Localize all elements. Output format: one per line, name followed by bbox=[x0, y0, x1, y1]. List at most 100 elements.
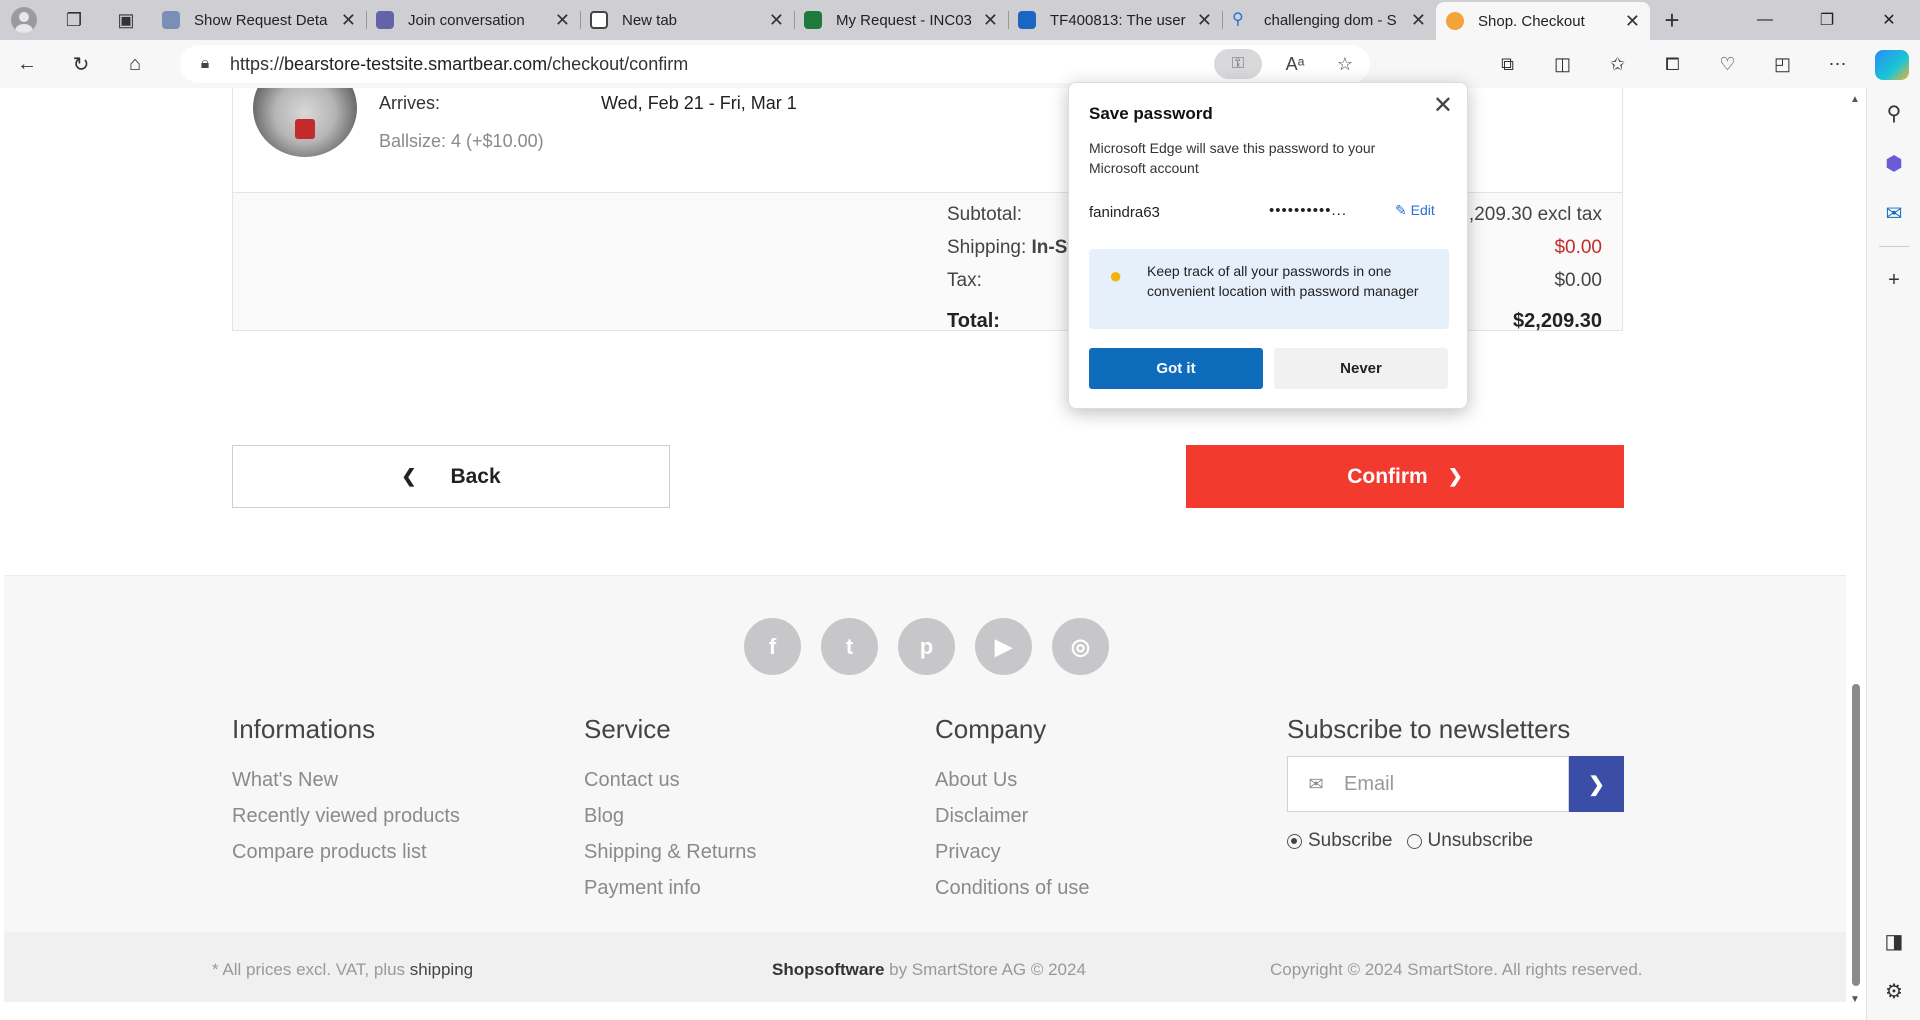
footer-link-about[interactable]: About Us bbox=[935, 769, 1090, 793]
subscribe-radio[interactable]: Subscribe bbox=[1287, 830, 1393, 852]
copyright: Copyright © 2024 SmartStore. All rights … bbox=[1270, 960, 1643, 979]
social-links: f t p ▶ ◎ bbox=[744, 618, 1129, 675]
footer-heading: Company bbox=[935, 714, 1047, 744]
tab-close-icon[interactable]: ✕ bbox=[983, 10, 998, 31]
youtube-icon[interactable]: ▶ bbox=[975, 618, 1032, 675]
tab-close-icon[interactable]: ✕ bbox=[1625, 11, 1640, 32]
home-icon[interactable]: ⌂ bbox=[108, 44, 162, 84]
url-text[interactable]: https://bearstore-testsite.smartbear.com… bbox=[230, 54, 1214, 75]
extensions-icon[interactable]: ⧉ bbox=[1480, 54, 1535, 75]
instagram-icon[interactable]: ◎ bbox=[1052, 618, 1109, 675]
close-icon[interactable]: ✕ bbox=[1433, 91, 1453, 120]
hide-sidebar-icon[interactable]: ◨ bbox=[1867, 916, 1920, 966]
footer-link-recently-viewed[interactable]: Recently viewed products bbox=[232, 805, 460, 829]
newsletter-submit-button[interactable]: ❯ bbox=[1569, 756, 1624, 812]
footer-link-whats-new[interactable]: What's New bbox=[232, 769, 460, 793]
favorites-icon[interactable]: ✩ bbox=[1590, 54, 1645, 75]
close-window-icon[interactable]: ✕ bbox=[1858, 0, 1920, 40]
profile-button[interactable] bbox=[0, 0, 48, 40]
lightbulb-icon: ● bbox=[1109, 263, 1123, 288]
footer-heading: Informations bbox=[232, 714, 376, 744]
tab-favicon-icon bbox=[162, 11, 180, 29]
workspaces-icon[interactable]: ❐ bbox=[48, 0, 100, 40]
browser-essentials-icon[interactable]: ♡ bbox=[1700, 54, 1755, 75]
footer-informations: Informations What's New Recently viewed … bbox=[232, 714, 460, 877]
vat-note: * All prices excl. VAT, plus shipping bbox=[212, 960, 474, 979]
tab-favicon-icon bbox=[1446, 12, 1464, 30]
product-image[interactable] bbox=[253, 88, 357, 157]
shipping-link[interactable]: shipping bbox=[410, 960, 473, 979]
tab-new-tab[interactable]: New tab ✕ bbox=[580, 0, 794, 40]
newsletter-email-input[interactable]: ✉ Email bbox=[1287, 756, 1569, 812]
tab-close-icon[interactable]: ✕ bbox=[769, 10, 784, 31]
tab-show-request[interactable]: Show Request Deta ✕ bbox=[152, 0, 366, 40]
scroll-down-icon[interactable]: ▼ bbox=[1850, 994, 1860, 1005]
copilot-icon[interactable] bbox=[1875, 50, 1909, 80]
footer-link-blog[interactable]: Blog bbox=[584, 805, 756, 829]
minimize-icon[interactable]: — bbox=[1734, 0, 1796, 40]
tab-close-icon[interactable]: ✕ bbox=[555, 10, 570, 31]
footer-link-shipping[interactable]: Shipping & Returns bbox=[584, 841, 756, 865]
footer-link-disclaimer[interactable]: Disclaimer bbox=[935, 805, 1090, 829]
tab-favicon-icon bbox=[804, 11, 822, 29]
tab-tf400813[interactable]: TF400813: The user ✕ bbox=[1008, 0, 1222, 40]
newsletter-options: Subscribe Unsubscribe bbox=[1287, 830, 1547, 852]
footer-link-compare[interactable]: Compare products list bbox=[232, 841, 460, 865]
unsubscribe-radio[interactable]: Unsubscribe bbox=[1406, 830, 1533, 852]
scrollbar-thumb[interactable] bbox=[1852, 684, 1860, 986]
read-aloud-icon[interactable]: A͏ᵃ bbox=[1270, 54, 1320, 75]
envelope-icon: ✉ bbox=[1308, 773, 1324, 794]
tab-my-request[interactable]: My Request - INC03 ✕ bbox=[794, 0, 1008, 40]
tab-close-icon[interactable]: ✕ bbox=[1411, 10, 1426, 31]
pinterest-icon[interactable]: p bbox=[898, 618, 955, 675]
product-attribute: Ballsize: 4 (+$10.00) bbox=[379, 131, 544, 151]
password-key-icon[interactable]: ⚿ bbox=[1214, 49, 1262, 79]
back-button[interactable]: ❮ Back bbox=[232, 445, 670, 508]
tab-close-icon[interactable]: ✕ bbox=[1197, 10, 1212, 31]
tab-join-conversation[interactable]: Join conversation ✕ bbox=[366, 0, 580, 40]
edit-credentials-button[interactable]: ✎ Edit bbox=[1395, 202, 1435, 219]
outlook-icon[interactable]: ✉ bbox=[1867, 188, 1920, 238]
back-icon[interactable]: ← bbox=[0, 44, 54, 84]
checkout-page: Arrives: Wed, Feb 21 - Fri, Mar 1 Ballsi… bbox=[4, 88, 1846, 1020]
footer-link-contact[interactable]: Contact us bbox=[584, 769, 756, 793]
new-tab-button[interactable]: + bbox=[1650, 0, 1694, 40]
add-sidebar-app-icon[interactable]: + bbox=[1867, 255, 1920, 305]
tab-shop-checkout[interactable]: Shop. Checkout ✕ bbox=[1436, 2, 1650, 40]
tab-actions-icon[interactable]: ▣ bbox=[100, 0, 152, 40]
tab-favicon-icon bbox=[590, 11, 608, 29]
lock-icon[interactable]: 🔒︎ bbox=[180, 55, 230, 73]
twitter-icon[interactable]: t bbox=[821, 618, 878, 675]
collections-icon[interactable]: ⧠ bbox=[1645, 54, 1700, 75]
confirm-button[interactable]: Confirm ❯ bbox=[1186, 445, 1624, 508]
footer-link-privacy[interactable]: Privacy bbox=[935, 841, 1090, 865]
settings-gear-icon[interactable]: ⚙ bbox=[1867, 966, 1920, 1016]
edge-sidebar: ⚲ ⬢ ✉ + ◨ ⚙ bbox=[1866, 88, 1920, 1020]
more-menu-icon[interactable]: ⋯ bbox=[1810, 54, 1865, 75]
favorite-star-icon[interactable]: ☆ bbox=[1320, 54, 1370, 75]
tab-challenging-dom[interactable]: ⚲ challenging dom - S ✕ bbox=[1222, 0, 1436, 40]
tab-close-icon[interactable]: ✕ bbox=[341, 10, 356, 31]
popup-description: Microsoft Edge will save this password t… bbox=[1089, 140, 1376, 176]
search-icon[interactable]: ⚲ bbox=[1867, 88, 1920, 138]
tab-favicon-icon bbox=[376, 11, 394, 29]
edge-bar-icon[interactable]: ◰ bbox=[1755, 54, 1810, 75]
split-screen-icon[interactable]: ◫ bbox=[1535, 54, 1590, 75]
copilot-hex-icon[interactable]: ⬢ bbox=[1867, 138, 1920, 188]
restore-icon[interactable]: ❐ bbox=[1796, 0, 1858, 40]
facebook-icon[interactable]: f bbox=[744, 618, 801, 675]
toolbar-right-icons: ⧉ ◫ ✩ ⧠ ♡ ◰ ⋯ bbox=[1480, 40, 1865, 88]
got-it-button[interactable]: Got it bbox=[1089, 348, 1263, 389]
saved-password-mask: ••••••••••... bbox=[1269, 202, 1348, 219]
never-button[interactable]: Never bbox=[1274, 348, 1448, 389]
footer-link-conditions[interactable]: Conditions of use bbox=[935, 877, 1090, 901]
refresh-icon[interactable]: ↻ bbox=[54, 44, 108, 84]
pencil-icon: ✎ bbox=[1395, 202, 1407, 218]
shopsoftware-link[interactable]: Shopsoftware bbox=[772, 960, 884, 979]
address-bar[interactable]: 🔒︎ https://bearstore-testsite.smartbear.… bbox=[180, 45, 1370, 83]
page-scrollbar[interactable]: ▲ ▼ bbox=[1846, 88, 1866, 1020]
scroll-up-icon[interactable]: ▲ bbox=[1850, 94, 1860, 105]
tab-favicon-icon bbox=[1018, 11, 1036, 29]
chevron-right-icon: ❯ bbox=[1447, 466, 1463, 486]
footer-link-payment[interactable]: Payment info bbox=[584, 877, 756, 901]
